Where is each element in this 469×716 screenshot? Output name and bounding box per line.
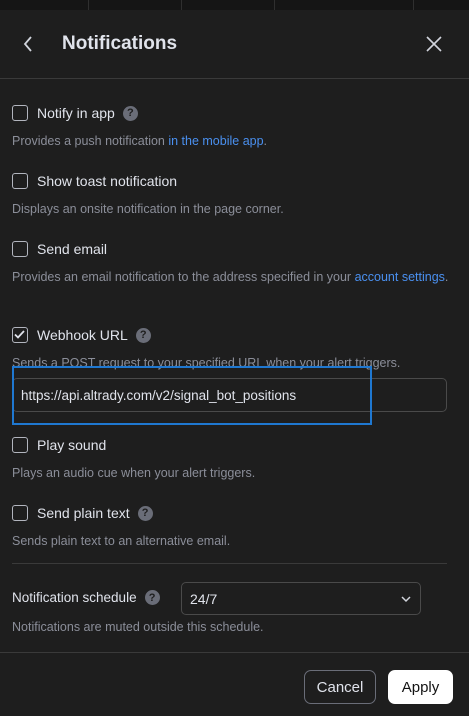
option-play-sound: Play sound Plays an audio cue when your …	[12, 435, 452, 482]
help-icon[interactable]: ?	[137, 505, 153, 521]
webhook-url-checkbox[interactable]	[12, 327, 28, 343]
option-notify-in-app: Notify in app ? Provides a push notifica…	[12, 103, 452, 150]
option-send-email: Send email Provides an email notificatio…	[12, 239, 452, 286]
footer-divider	[0, 652, 469, 653]
option-label: Show toast notification	[37, 173, 178, 189]
option-description: Displays an onsite notification in the p…	[12, 202, 284, 216]
help-icon[interactable]: ?	[135, 327, 151, 343]
option-label: Send plain text	[37, 505, 130, 521]
schedule-description: Notifications are muted outside this sch…	[12, 620, 264, 634]
notifications-dialog: Notifications Notify in app ? Provides a…	[0, 10, 469, 716]
close-icon	[426, 36, 442, 52]
option-show-toast: Show toast notification Displays an onsi…	[12, 171, 452, 218]
option-description: Plays an audio cue when your alert trigg…	[12, 466, 256, 480]
close-button[interactable]	[422, 32, 446, 56]
option-send-plain-text: Send plain text ? Sends plain text to an…	[12, 503, 452, 550]
help-icon[interactable]: ?	[144, 590, 160, 605]
option-label: Webhook URL	[37, 327, 128, 343]
send-plain-text-checkbox[interactable]	[12, 505, 28, 521]
help-icon[interactable]: ?	[122, 105, 138, 121]
background-toolbar-strip	[0, 0, 469, 10]
dialog-title: Notifications	[62, 33, 178, 54]
mobile-app-link[interactable]: in the mobile app	[168, 134, 263, 148]
option-description: Sends plain text to an alternative email…	[12, 534, 231, 548]
play-sound-checkbox[interactable]	[12, 437, 28, 453]
account-settings-link[interactable]: account settings	[355, 270, 445, 284]
schedule-value: 24/7	[190, 590, 218, 607]
option-description: Provides an email notification to the ad…	[12, 270, 449, 284]
show-toast-checkbox[interactable]	[12, 173, 28, 189]
cancel-button[interactable]: Cancel	[304, 670, 376, 704]
checkmark-icon	[14, 330, 25, 339]
option-label: Send email	[37, 241, 108, 257]
dialog-header: Notifications	[0, 10, 469, 79]
apply-button[interactable]: Apply	[388, 670, 453, 704]
option-description: Sends a POST request to your specified U…	[12, 356, 401, 370]
send-email-checkbox[interactable]	[12, 241, 28, 257]
back-button[interactable]	[16, 32, 40, 56]
webhook-url-input[interactable]	[12, 378, 447, 412]
option-webhook-url: Webhook URL ? Sends a POST request to yo…	[12, 325, 452, 372]
schedule-select[interactable]: 24/7	[181, 582, 421, 615]
option-label: Notify in app	[37, 105, 115, 121]
option-description: Provides a push notification in the mobi…	[12, 134, 268, 148]
option-label: Play sound	[37, 437, 107, 453]
section-divider	[12, 563, 447, 564]
schedule-label: Notification schedule ?	[12, 590, 160, 605]
chevron-down-icon	[401, 596, 411, 603]
chevron-left-icon	[23, 36, 32, 52]
notify-in-app-checkbox[interactable]	[12, 105, 28, 121]
